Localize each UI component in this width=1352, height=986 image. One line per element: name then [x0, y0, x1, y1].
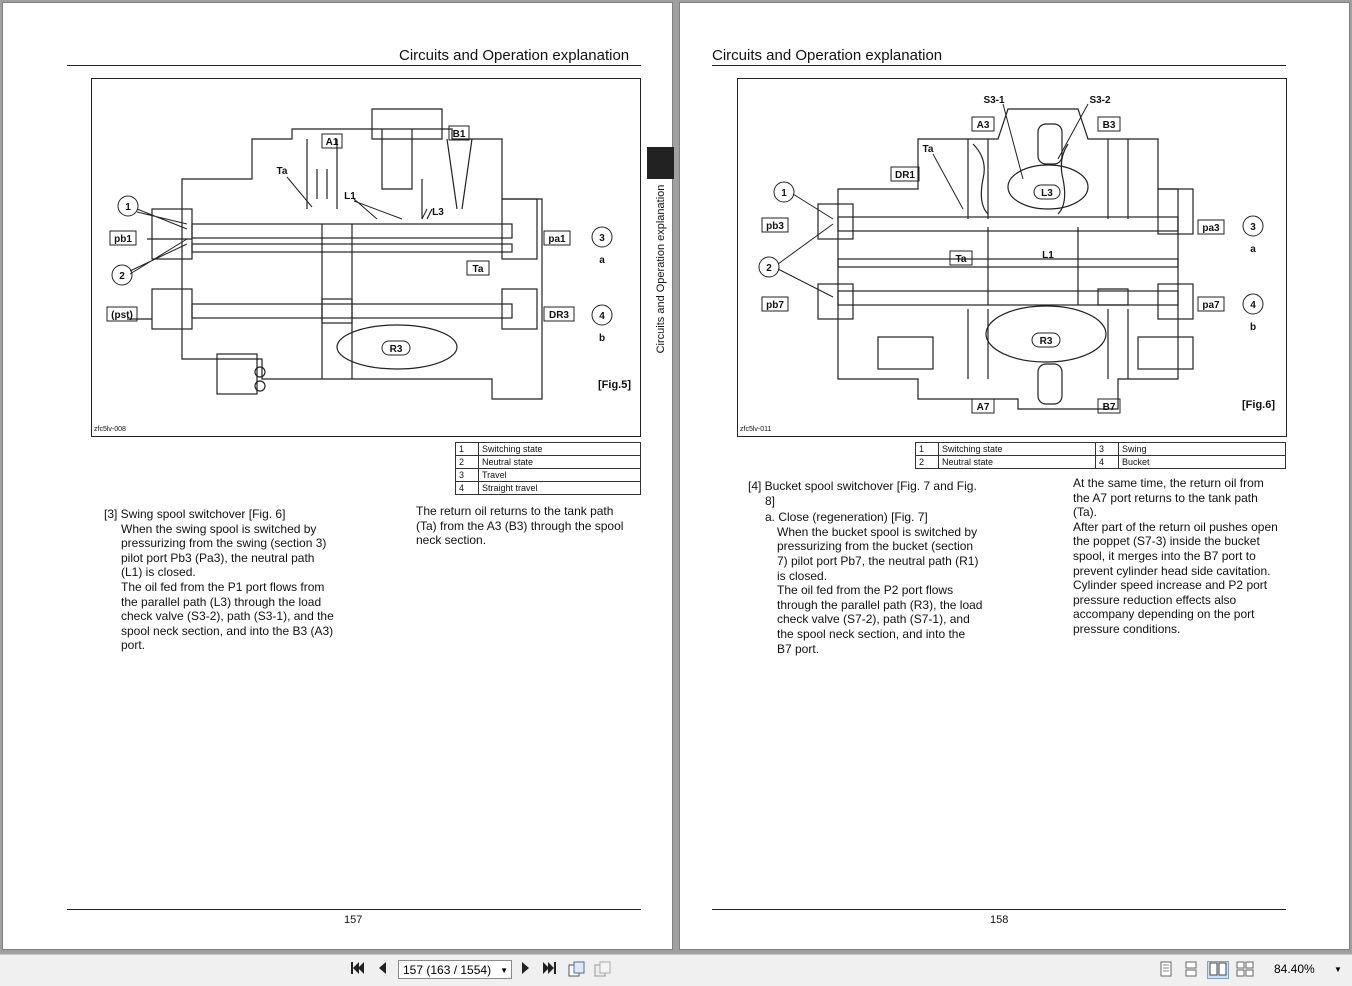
label-b: b [599, 333, 605, 344]
header-rule [712, 65, 1286, 66]
figure-id: zfc5lv-008 [94, 426, 126, 433]
chevron-down-icon[interactable]: ▼ [1334, 960, 1342, 979]
label-b1: B1 [453, 129, 466, 140]
figure-label: [Fig.5] [598, 379, 631, 391]
callout-3: 3 [1250, 222, 1256, 233]
label-b7: B7 [1103, 402, 1116, 413]
page-header: Circuits and Operation explanation [399, 47, 630, 64]
callout-2: 2 [766, 263, 772, 274]
page-number: 157 [344, 914, 363, 926]
figure-id: zfc5lv-011 [740, 426, 772, 433]
text-column-1: [3] Swing spool switchover [Fig. 6] When… [104, 507, 394, 653]
callout-2: 2 [119, 271, 125, 282]
page-number: 158 [990, 914, 1009, 926]
table-row: 1 Switching state 3 Swing [915, 442, 1286, 456]
label-pb3: pb3 [766, 221, 784, 232]
footer-rule [712, 909, 1286, 910]
table-row: 2 Neutral state [455, 455, 641, 469]
callout-1: 1 [125, 202, 131, 213]
label-b: b [1250, 322, 1256, 333]
label-r3: R3 [1040, 336, 1053, 347]
label-pa3: pa3 [1202, 223, 1220, 234]
label-ta: Ta [473, 264, 484, 275]
label-b3: B3 [1103, 120, 1116, 131]
two-page-continuous-view-icon[interactable] [1235, 961, 1255, 979]
label-ta: Ta [923, 144, 934, 155]
label-pa1: pa1 [548, 234, 566, 245]
last-page-icon[interactable] [541, 961, 559, 979]
right-page: Circuits and Operation explanation S3-1 … [679, 2, 1350, 950]
label-r3: R3 [390, 344, 403, 355]
copy-page-icon[interactable] [593, 961, 613, 979]
chapter-tab [647, 147, 674, 179]
label-l3: L3 [432, 207, 444, 218]
viewer-toolbar: 157 (163 / 1554) ▼ 84.40% ▼ [0, 954, 1352, 986]
figure-5: A1 B1 Ta Ta L1 L3 pb1 pa1 (pst) DR3 R3 1… [91, 78, 641, 437]
table-row: 3 Travel [455, 468, 641, 482]
callout-3: 3 [599, 233, 605, 244]
footer-rule [67, 909, 641, 910]
label-l1: L1 [1042, 250, 1054, 261]
figure-6: S3-1 S3-2 A3 B3 Ta Ta DR1 L3 L1 pb3 pa3 … [737, 78, 1287, 437]
label-s3-2: S3-2 [1089, 95, 1111, 106]
label-l1: L1 [344, 191, 356, 202]
single-page-view-icon[interactable] [1158, 961, 1174, 979]
chevron-down-icon[interactable]: ▼ [500, 961, 508, 980]
legend-table: 1 Switching state 2 Neutral state 3 Travel … [455, 442, 641, 495]
header-rule [67, 65, 641, 66]
section-heading: [4] Bucket spool switchover [Fig. 7 and … [748, 479, 977, 493]
callout-4: 4 [1250, 300, 1256, 311]
valve-diagram-6: S3-1 S3-2 A3 B3 Ta Ta DR1 L3 L1 pb3 pa3 … [758, 95, 1264, 414]
table-row: 4 Straight travel [455, 481, 641, 495]
zoom-level[interactable]: 84.40% [1274, 960, 1315, 979]
left-page: Circuits and Operation explanation A1 B1… [2, 2, 674, 950]
chapter-side-text: Circuits and Operation explanation [655, 184, 667, 353]
label-l3: L3 [1041, 188, 1053, 199]
figure-label: [Fig.6] [1242, 399, 1275, 411]
label-dr3: DR3 [549, 310, 569, 321]
valve-diagram-5: A1 B1 Ta Ta L1 L3 pb1 pa1 (pst) DR3 R3 1… [106, 108, 613, 400]
first-page-icon[interactable] [348, 961, 366, 979]
section-heading: [3] Swing spool switchover [Fig. 6] [104, 507, 286, 521]
page-header: Circuits and Operation explanation [712, 47, 943, 64]
two-page-view-icon[interactable] [1207, 961, 1229, 979]
page-number-field[interactable]: 157 (163 / 1554) ▼ [398, 960, 512, 979]
label-pst: (pst) [111, 310, 133, 321]
text-column-2: The return oil returns to the tank path … [416, 504, 624, 548]
subsection-heading: a. Close (regeneration) [Fig. 7] [765, 510, 928, 525]
table-row: 1 Switching state [455, 442, 641, 456]
rotate-page-icon[interactable] [567, 961, 587, 979]
label-ta: Ta [956, 254, 967, 265]
label-a3: A3 [977, 120, 990, 131]
callout-1: 1 [781, 188, 787, 199]
label-dr1: DR1 [895, 170, 915, 181]
text-column-2: At the same time, the return oil from th… [1073, 476, 1278, 636]
label-pa7: pa7 [1202, 300, 1220, 311]
label-ta: Ta [277, 166, 288, 177]
callout-4: 4 [599, 311, 605, 322]
continuous-view-icon[interactable] [1183, 961, 1199, 979]
table-row: 2 Neutral state 4 Bucket [915, 455, 1286, 469]
label-s3-1: S3-1 [983, 95, 1005, 106]
legend-table: 1 Switching state 3 Swing 2 Neutral state 4 Bu… [915, 442, 1286, 469]
next-page-icon[interactable] [518, 961, 534, 979]
label-pb7: pb7 [766, 300, 784, 311]
label-a: a [599, 255, 605, 266]
label-a1: A1 [326, 137, 339, 148]
label-a7: A7 [977, 402, 990, 413]
text-column-1: [4] Bucket spool switchover [Fig. 7 and … [748, 479, 1038, 656]
label-a: a [1250, 244, 1256, 255]
prev-page-icon[interactable] [374, 961, 390, 979]
label-pb1: pb1 [114, 234, 132, 245]
